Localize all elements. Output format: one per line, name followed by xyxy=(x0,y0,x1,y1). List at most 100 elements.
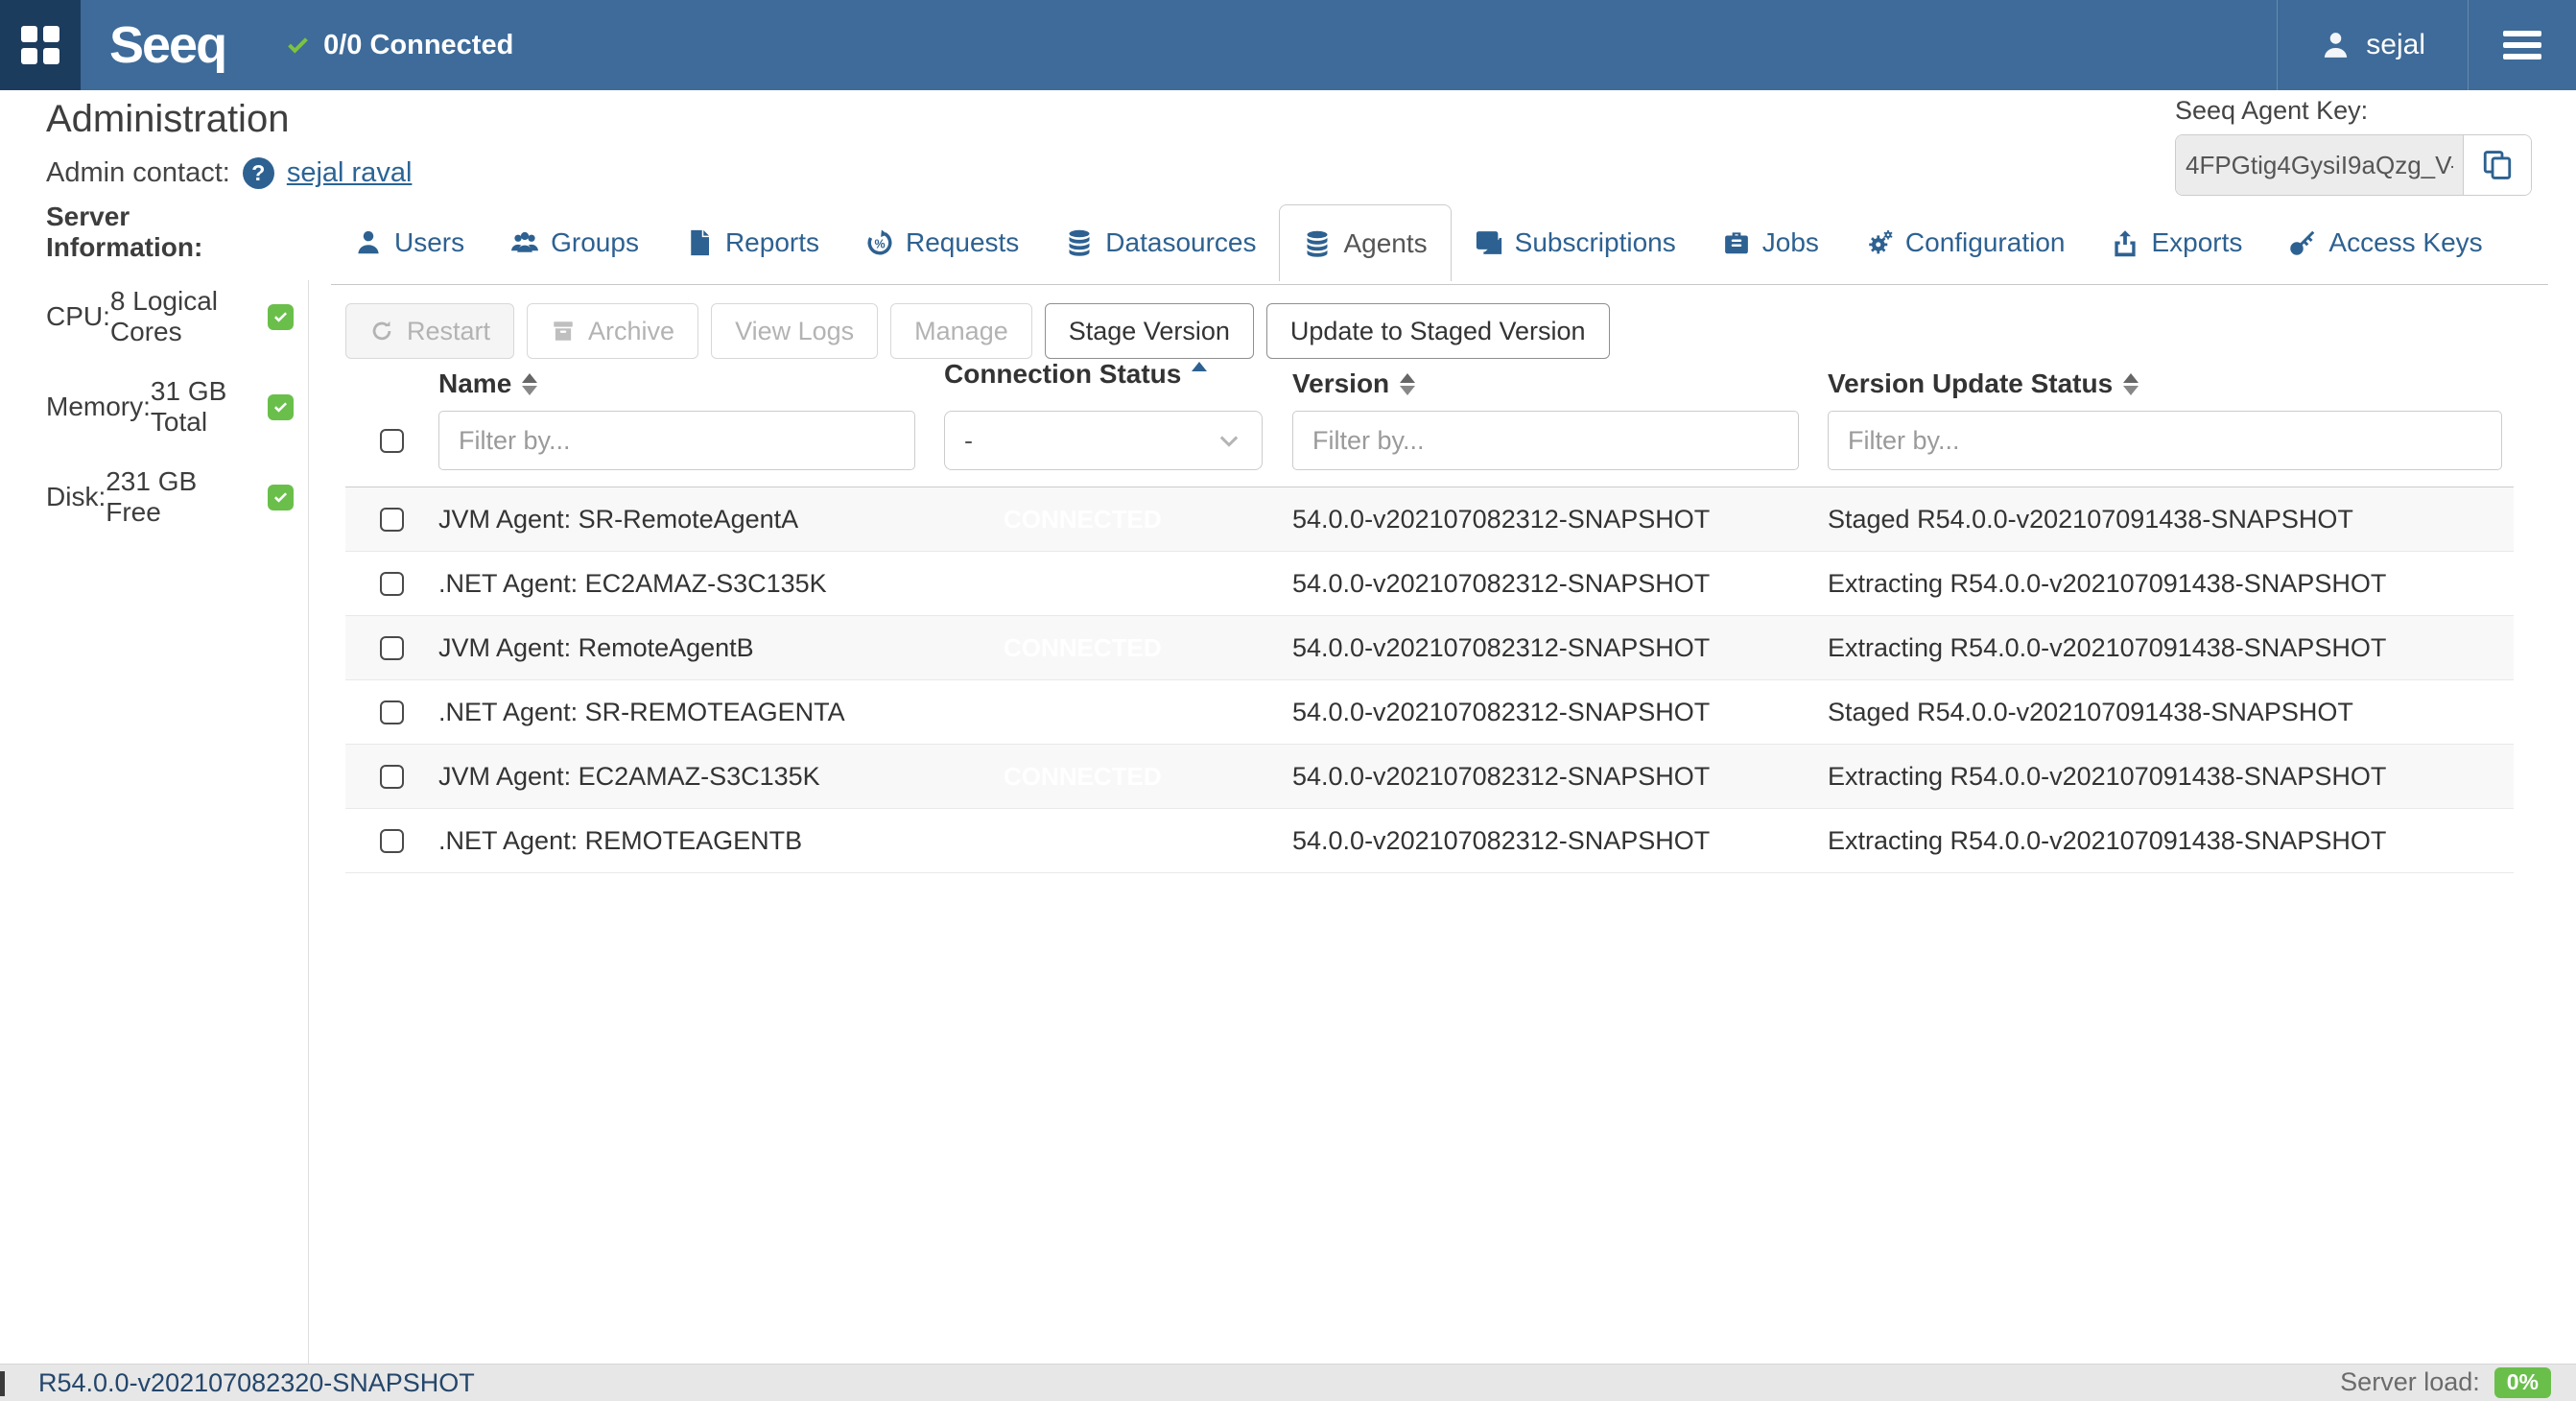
tab-label: Configuration xyxy=(1905,227,2066,258)
version-cell: 54.0.0-v202107082312-SNAPSHOT xyxy=(1292,633,1828,663)
agent-name-cell: .NET Agent: SR-REMOTEAGENTA xyxy=(438,698,944,727)
user-icon xyxy=(2320,30,2351,61)
version-cell: 54.0.0-v202107082312-SNAPSHOT xyxy=(1292,762,1828,792)
tab-label: Reports xyxy=(725,227,819,258)
row-checkbox[interactable] xyxy=(380,508,404,532)
server-load-label: Server load: xyxy=(2340,1367,2480,1397)
server-info-row: Disk:231 GB Free xyxy=(46,466,294,528)
database-icon xyxy=(1303,229,1332,258)
sidebar-divider xyxy=(308,280,309,1365)
tab-exports[interactable]: Exports xyxy=(2088,204,2265,281)
table-header-row: Name Connection Status Version Version U… xyxy=(345,365,2514,399)
topbar-right: sejal xyxy=(2277,0,2576,90)
briefcase-icon xyxy=(1722,228,1751,257)
tab-label: Jobs xyxy=(1762,227,1819,258)
hamburger-menu-button[interactable] xyxy=(2469,31,2576,59)
update-to-staged-version-button[interactable]: Update to Staged Version xyxy=(1266,303,1610,359)
user-menu-button[interactable]: sejal xyxy=(2278,0,2468,90)
users-icon xyxy=(510,228,539,257)
status-ok-check-icon xyxy=(268,394,294,420)
version-update-status-cell: Extracting R54.0.0-v202107091438-SNAPSHO… xyxy=(1828,826,2514,856)
version-cell: 54.0.0-v202107082312-SNAPSHOT xyxy=(1292,698,1828,727)
agent-name-cell: JVM Agent: SR-RemoteAgentA xyxy=(438,505,944,534)
apps-grid-icon xyxy=(21,26,59,64)
tab-configuration[interactable]: Configuration xyxy=(1842,204,2089,281)
chevron-down-icon xyxy=(1216,427,1242,454)
table-body: JVM Agent: SR-RemoteAgentACONNECTED54.0.… xyxy=(345,487,2514,873)
select-all-checkbox[interactable] xyxy=(380,429,404,453)
tab-label: Users xyxy=(394,227,464,258)
tab-reports[interactable]: Reports xyxy=(662,204,842,281)
restart-button: Restart xyxy=(345,303,514,359)
tab-jobs[interactable]: Jobs xyxy=(1699,204,1842,281)
version-update-status-cell: Extracting R54.0.0-v202107091438-SNAPSHO… xyxy=(1828,569,2514,599)
tab-agents[interactable]: Agents xyxy=(1279,204,1451,281)
connection-status-cell: CONNECTED xyxy=(1004,505,1292,534)
agent-key-label: Seeq Agent Key: xyxy=(2175,96,2532,126)
manage-button: Manage xyxy=(890,303,1032,359)
topbar: Seeq 0/0 Connected sejal xyxy=(0,0,2576,90)
column-header-connection-status[interactable]: Connection Status xyxy=(944,359,1292,390)
column-header-name[interactable]: Name xyxy=(438,368,944,399)
question-circle-icon[interactable]: ? xyxy=(243,157,274,189)
name-filter-input[interactable] xyxy=(438,411,915,470)
column-header-version-update-status[interactable]: Version Update Status xyxy=(1828,368,2514,399)
agent-name-cell: .NET Agent: EC2AMAZ-S3C135K xyxy=(438,569,944,599)
key-icon xyxy=(2288,228,2317,257)
server-info-value: 31 GB Total xyxy=(151,376,256,438)
admin-contact-link[interactable]: sejal raval xyxy=(287,157,413,189)
table-row: JVM Agent: RemoteAgentBCONNECTED54.0.0-v… xyxy=(345,616,2514,680)
version-update-status-cell: Extracting R54.0.0-v202107091438-SNAPSHO… xyxy=(1828,633,2514,663)
row-select-cell xyxy=(345,508,438,532)
agent-key-input[interactable] xyxy=(2176,135,2464,195)
version-update-status-cell: Staged R54.0.0-v202107091438-SNAPSHOT xyxy=(1828,505,2514,534)
copy-agent-key-button[interactable] xyxy=(2464,135,2531,195)
archive-icon xyxy=(551,319,576,344)
row-checkbox[interactable] xyxy=(380,700,404,724)
tab-requests[interactable]: %Requests xyxy=(842,204,1042,281)
agent-name-cell: JVM Agent: RemoteAgentB xyxy=(438,633,944,663)
tab-subscriptions[interactable]: Subscriptions xyxy=(1452,204,1699,281)
gear-icon xyxy=(1865,228,1894,257)
button-label: Restart xyxy=(407,317,490,346)
version-update-status-filter-input[interactable] xyxy=(1828,411,2502,470)
column-header-version[interactable]: Version xyxy=(1292,368,1828,399)
tab-access-keys[interactable]: Access Keys xyxy=(2265,204,2505,281)
agent-name-cell: .NET Agent: REMOTEAGENTB xyxy=(438,826,944,856)
status-bar: R54.0.0-v202107082320-SNAPSHOT Server lo… xyxy=(0,1364,2576,1401)
export-icon xyxy=(2111,228,2139,257)
table-row: .NET Agent: EC2AMAZ-S3C135KCONNECTED54.0… xyxy=(345,552,2514,616)
file-icon xyxy=(685,228,714,257)
tab-datasources[interactable]: Datasources xyxy=(1042,204,1279,281)
connection-status-filter-select[interactable]: - xyxy=(944,411,1263,470)
row-select-cell xyxy=(345,700,438,724)
server-load: Server load: 0% xyxy=(2340,1367,2551,1397)
button-label: Manage xyxy=(914,317,1008,346)
apps-grid-button[interactable] xyxy=(0,0,81,90)
tab-label: Subscriptions xyxy=(1515,227,1676,258)
status-ok-check-icon xyxy=(268,485,294,511)
selected-option: - xyxy=(964,426,973,456)
row-checkbox[interactable] xyxy=(380,636,404,660)
tab-groups[interactable]: Groups xyxy=(487,204,662,281)
connection-status-cell: CONNECTED xyxy=(1004,762,1292,792)
row-checkbox[interactable] xyxy=(380,829,404,853)
table-row: .NET Agent: SR-REMOTEAGENTACONNECTED54.0… xyxy=(345,680,2514,745)
row-checkbox[interactable] xyxy=(380,572,404,596)
status-ok-check-icon xyxy=(268,304,294,330)
row-checkbox[interactable] xyxy=(380,765,404,789)
sort-icon xyxy=(1400,373,1415,395)
tab-label: Requests xyxy=(906,227,1019,258)
tab-users[interactable]: Users xyxy=(331,204,487,281)
database-icon xyxy=(1065,228,1094,257)
sort-icon xyxy=(2123,373,2139,395)
server-info-label-disk-: Disk: xyxy=(46,482,106,512)
version-filter-input[interactable] xyxy=(1292,411,1799,470)
sort-asc-icon xyxy=(1192,362,1207,387)
stage-version-button[interactable]: Stage Version xyxy=(1045,303,1254,359)
resize-grip xyxy=(0,1371,5,1396)
version-cell: 54.0.0-v202107082312-SNAPSHOT xyxy=(1292,826,1828,856)
button-label: Stage Version xyxy=(1069,317,1230,346)
button-label: View Logs xyxy=(735,317,854,346)
seeq-logo: Seeq xyxy=(109,0,225,90)
